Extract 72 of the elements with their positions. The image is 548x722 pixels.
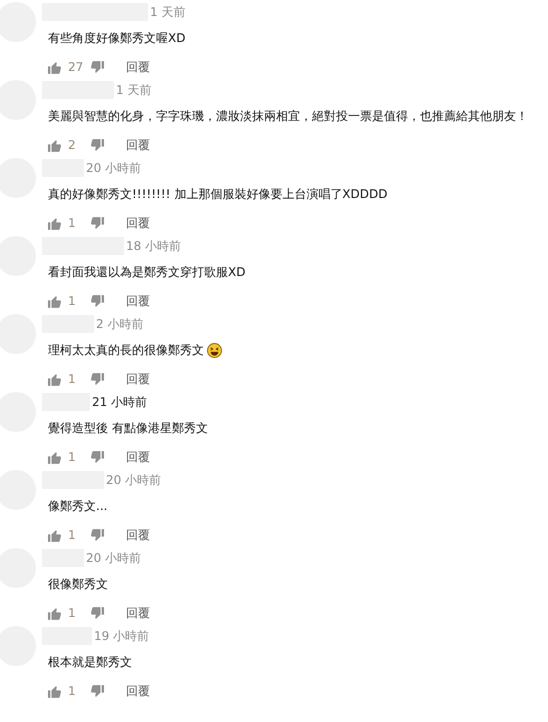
comment-time: 20 小時前: [86, 550, 142, 566]
comment-text: 理柯太太真的長的很像鄭秀文: [48, 342, 204, 358]
reply-button[interactable]: 回覆: [126, 292, 150, 310]
reply-button[interactable]: 回覆: [126, 682, 150, 700]
like-count: 1: [68, 450, 77, 464]
reply-button[interactable]: 回覆: [126, 448, 150, 466]
dislike-button[interactable]: [90, 138, 104, 152]
comment-time: 20 小時前: [86, 160, 142, 176]
like-count: 2: [68, 138, 77, 152]
like-count: 27: [68, 60, 84, 74]
thumbs-down-icon: [90, 216, 104, 230]
thumbs-up-icon: [48, 372, 62, 386]
like-count: 1: [68, 372, 77, 386]
comment-text: 真的好像鄭秀文!!!!!!!! 加上那個服裝好像要上台演唱了XDDDD: [48, 186, 388, 202]
thumbs-down-icon: [90, 60, 104, 74]
comment-text: 美麗與智慧的化身，字字珠璣，濃妝淡抹兩相宜，絕對投一票是值得，也推薦給其他朋友！: [48, 108, 528, 124]
thumbs-down-icon: [90, 450, 104, 464]
comment-time: 1 天前: [116, 82, 152, 98]
comment-text: 看封面我還以為是鄭秀文穿打歌服XD: [48, 264, 246, 280]
thumbs-down-icon: [90, 606, 104, 620]
like-button[interactable]: [48, 294, 62, 308]
like-button[interactable]: [48, 684, 62, 698]
comment-time: 18 小時前: [126, 238, 182, 254]
reply-button[interactable]: 回覆: [126, 214, 150, 232]
thumbs-down-icon: [90, 372, 104, 386]
like-button[interactable]: [48, 606, 62, 620]
thumbs-up-icon: [48, 684, 62, 698]
thumbs-up-icon: [48, 60, 62, 74]
reply-button[interactable]: 回覆: [126, 58, 150, 76]
dislike-button[interactable]: [90, 60, 104, 74]
dislike-button[interactable]: [90, 606, 104, 620]
comment-text: 很像鄭秀文: [48, 576, 108, 592]
comment-time: 1 天前: [150, 4, 186, 20]
like-count: 1: [68, 294, 77, 308]
like-count: 1: [68, 606, 77, 620]
like-count: 1: [68, 216, 77, 230]
thumbs-up-icon: [48, 216, 62, 230]
thumbs-down-icon: [90, 528, 104, 542]
thumbs-up-icon: [48, 138, 62, 152]
reply-button[interactable]: 回覆: [126, 136, 150, 154]
reply-button[interactable]: 回覆: [126, 526, 150, 544]
comment-time: 20 小時前: [106, 472, 162, 488]
thumbs-up-icon: [48, 606, 62, 620]
like-button[interactable]: [48, 60, 62, 74]
thumbs-down-icon: [90, 294, 104, 308]
dislike-button[interactable]: [90, 372, 104, 386]
like-button[interactable]: [48, 216, 62, 230]
dislike-button[interactable]: [90, 528, 104, 542]
dislike-button[interactable]: [90, 294, 104, 308]
thumbs-up-icon: [48, 528, 62, 542]
thumbs-up-icon: [48, 450, 62, 464]
dislike-button[interactable]: [90, 450, 104, 464]
reply-button[interactable]: 回覆: [126, 604, 150, 622]
dislike-button[interactable]: [90, 684, 104, 698]
like-button[interactable]: [48, 528, 62, 542]
dislike-button[interactable]: [90, 216, 104, 230]
reply-button[interactable]: 回覆: [126, 370, 150, 388]
like-count: 1: [68, 684, 77, 698]
comment-text: 有些角度好像鄭秀文喔XD: [48, 30, 186, 46]
thumbs-down-icon: [90, 138, 104, 152]
comment-text: 根本就是鄭秀文: [48, 654, 132, 670]
like-button[interactable]: [48, 138, 62, 152]
comment-time: 21 小時前: [92, 394, 148, 410]
thumbs-down-icon: [90, 684, 104, 698]
thumbs-up-icon: [48, 294, 62, 308]
comment-time: 2 小時前: [96, 316, 144, 332]
comment-time: 19 小時前: [94, 628, 150, 644]
like-button[interactable]: [48, 372, 62, 386]
comment-text: 像鄭秀文...: [48, 498, 108, 514]
like-count: 1: [68, 528, 77, 542]
comment-text: 覺得造型後 有點像港星鄭秀文: [48, 420, 208, 436]
like-button[interactable]: [48, 450, 62, 464]
